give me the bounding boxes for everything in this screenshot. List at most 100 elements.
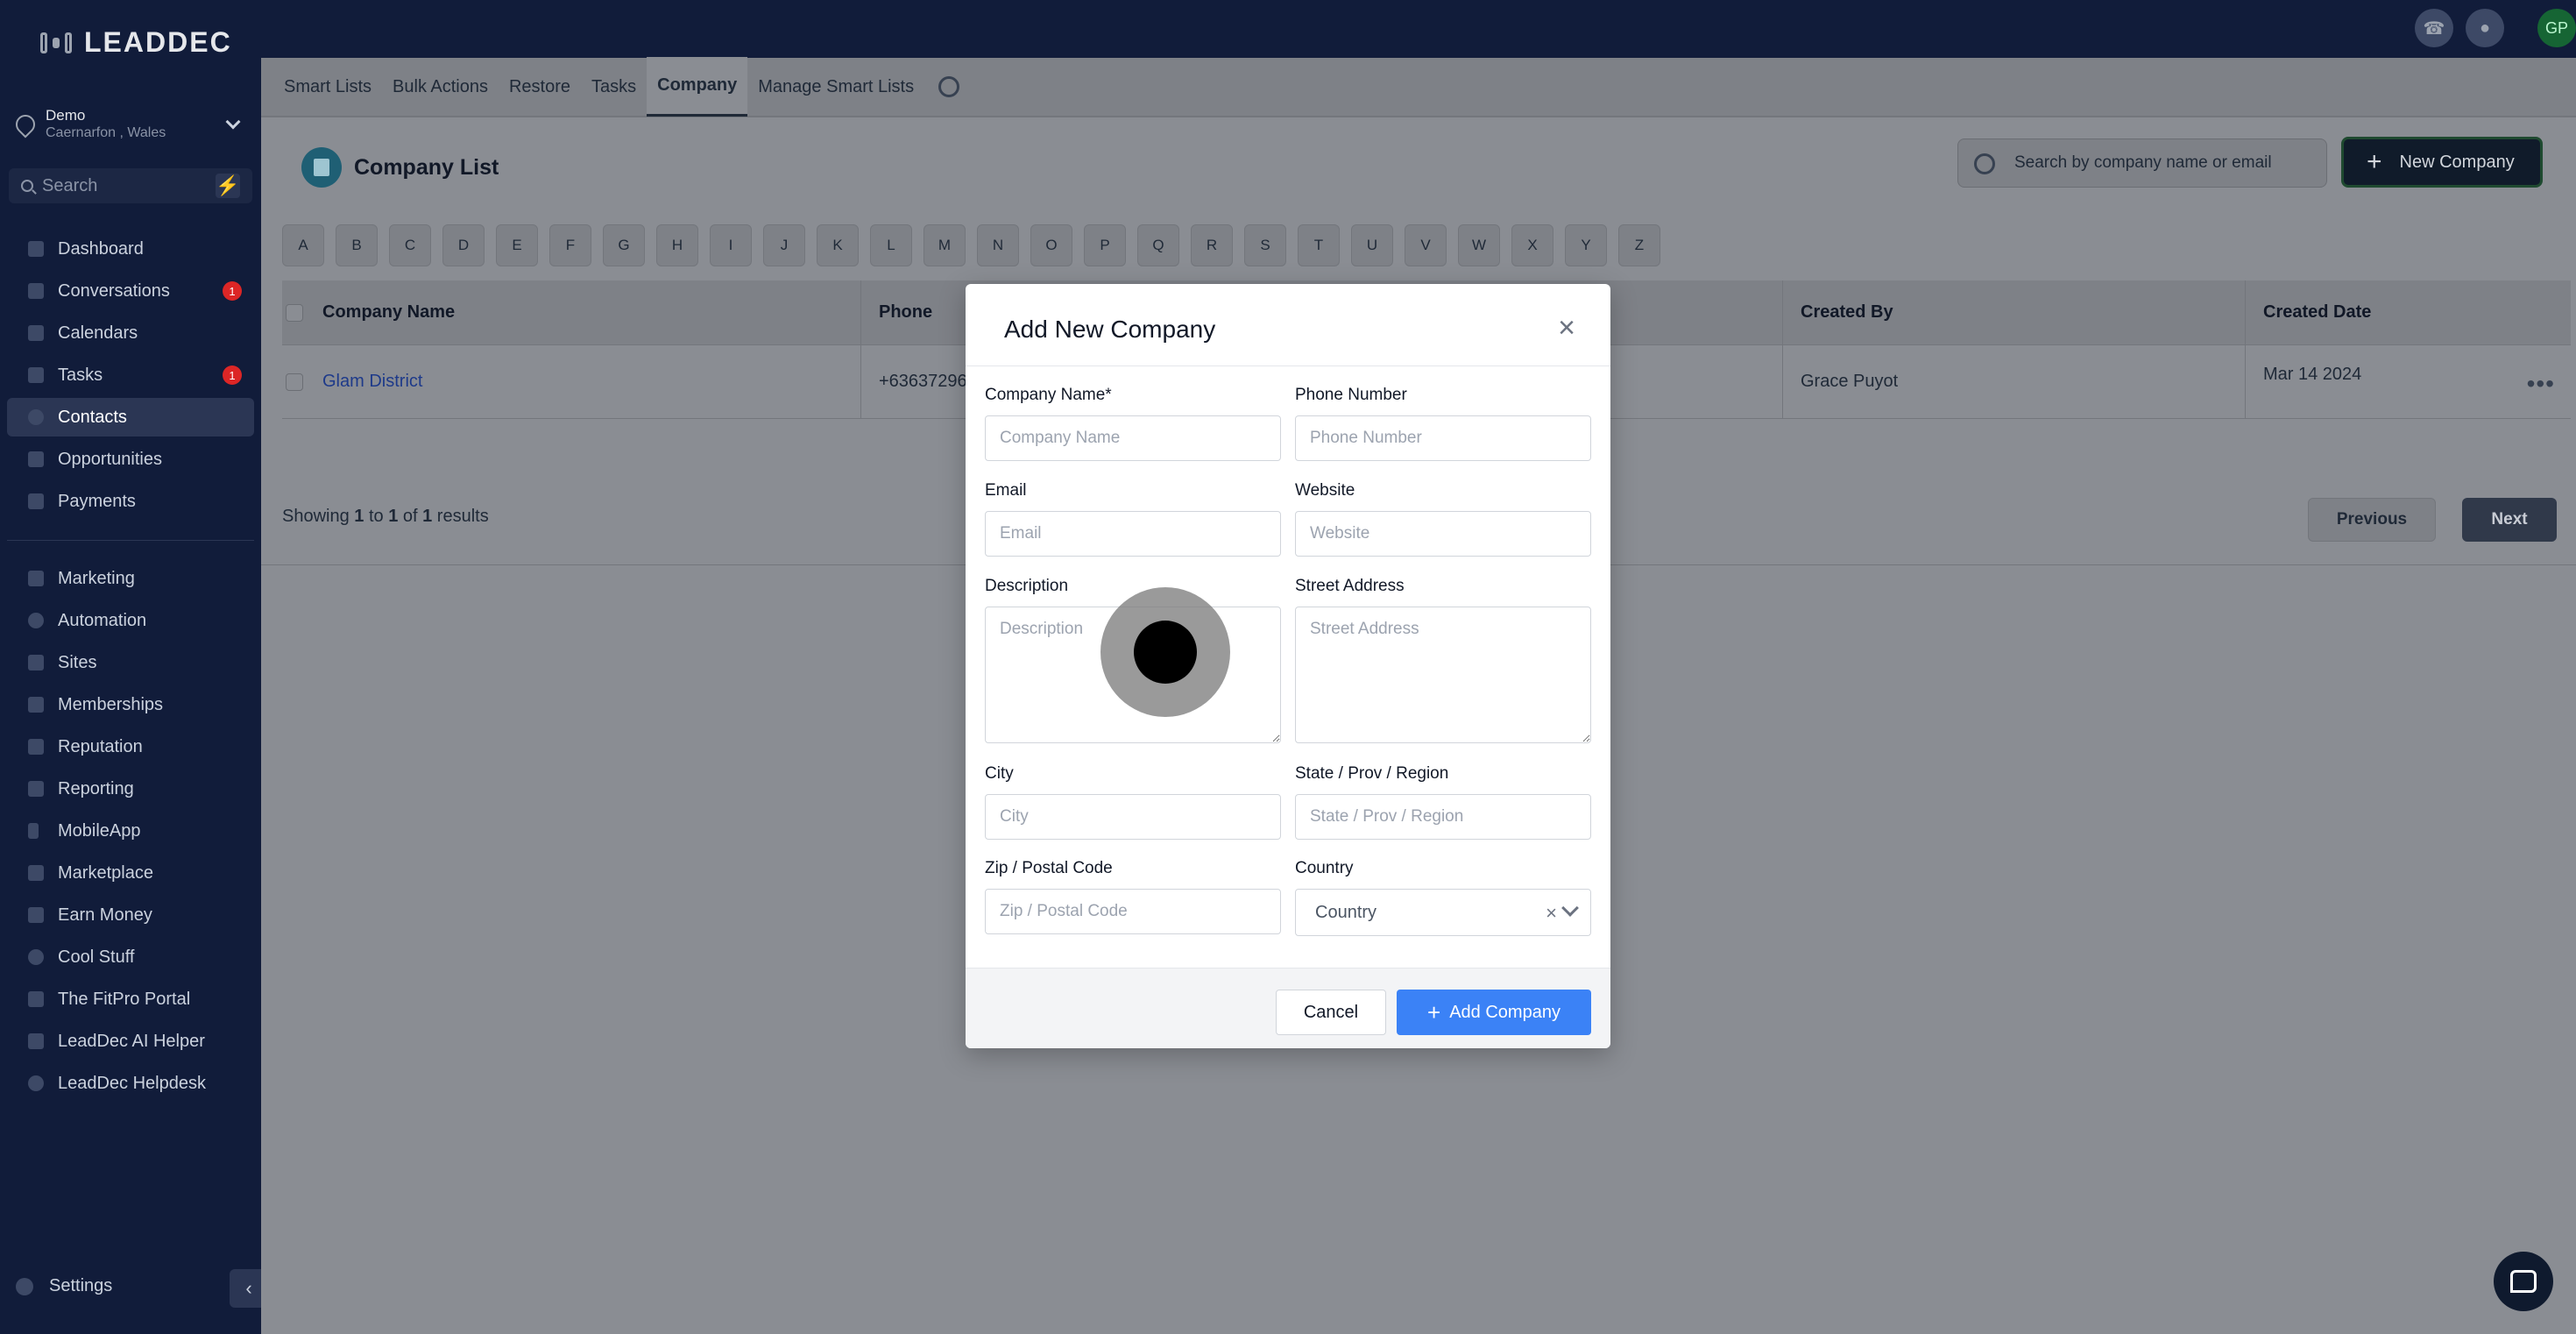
select-all-checkbox[interactable] bbox=[286, 303, 303, 322]
company-search-input[interactable]: Search by company name or email bbox=[1957, 138, 2327, 188]
tab-company[interactable]: Company bbox=[647, 57, 748, 117]
street-address-textarea[interactable] bbox=[1295, 607, 1591, 743]
alpha-filter-m[interactable]: M bbox=[924, 224, 966, 266]
header-created-by[interactable]: Created By bbox=[1801, 302, 1893, 323]
email-input[interactable] bbox=[985, 511, 1281, 557]
sidebar-item-memberships[interactable]: Memberships bbox=[7, 685, 254, 724]
alpha-filter-t[interactable]: T bbox=[1298, 224, 1340, 266]
company-name-link[interactable]: Glam District bbox=[322, 372, 422, 392]
robot-icon bbox=[28, 1033, 44, 1049]
alpha-filter-c[interactable]: C bbox=[389, 224, 431, 266]
sidebar-item-tasks[interactable]: Tasks 1 bbox=[7, 356, 254, 394]
gear-icon[interactable] bbox=[938, 76, 960, 97]
alpha-filter-u[interactable]: U bbox=[1351, 224, 1393, 266]
company-name-label: Company Name* bbox=[985, 386, 1112, 404]
sidebar-item-conversations[interactable]: Conversations 1 bbox=[7, 272, 254, 310]
tab-restore[interactable]: Restore bbox=[499, 57, 581, 117]
sidebar-item-payments[interactable]: Payments bbox=[7, 482, 254, 521]
funnel-icon bbox=[28, 451, 44, 467]
modal-title: Add New Company bbox=[1004, 316, 1216, 343]
alpha-filter-p[interactable]: P bbox=[1084, 224, 1126, 266]
close-icon[interactable]: × bbox=[1553, 313, 1581, 343]
row-checkbox[interactable] bbox=[286, 373, 303, 391]
state-input[interactable] bbox=[1295, 794, 1591, 840]
dumbbell-icon bbox=[40, 32, 72, 53]
alpha-filter-x[interactable]: X bbox=[1511, 224, 1553, 266]
location-switcher[interactable]: Demo Caernarfon , Wales bbox=[11, 103, 245, 145]
avatar[interactable]: GP bbox=[2537, 9, 2576, 47]
alpha-filter-l[interactable]: L bbox=[870, 224, 912, 266]
alpha-filter-i[interactable]: I bbox=[710, 224, 752, 266]
sidebar-search[interactable]: Search ⚡ bbox=[9, 168, 252, 203]
alpha-filter-s[interactable]: S bbox=[1244, 224, 1286, 266]
description-label: Description bbox=[985, 577, 1069, 595]
alpha-filter-o[interactable]: O bbox=[1030, 224, 1072, 266]
sidebar-item-marketplace[interactable]: Marketplace bbox=[7, 854, 254, 892]
sidebar-item-contacts[interactable]: Contacts bbox=[7, 398, 254, 436]
zip-input[interactable] bbox=[985, 889, 1281, 934]
previous-page-button[interactable]: Previous bbox=[2308, 498, 2436, 542]
tab-tasks[interactable]: Tasks bbox=[581, 57, 647, 117]
sidebar-item-sites[interactable]: Sites bbox=[7, 643, 254, 682]
alpha-filter-z[interactable]: Z bbox=[1618, 224, 1660, 266]
flame-icon bbox=[28, 949, 44, 965]
sidebar-item-ai-helper[interactable]: LeadDec AI Helper bbox=[7, 1022, 254, 1061]
lightning-icon[interactable]: ⚡ bbox=[216, 174, 240, 198]
mobile-phone-icon bbox=[28, 823, 39, 839]
sidebar-item-settings[interactable]: Settings bbox=[16, 1276, 112, 1296]
user-icon bbox=[28, 409, 44, 425]
alpha-filter-v[interactable]: V bbox=[1405, 224, 1447, 266]
sidebar-item-mobileapp[interactable]: MobileApp bbox=[7, 812, 254, 850]
alpha-filter-n[interactable]: N bbox=[977, 224, 1019, 266]
nav-divider bbox=[7, 540, 254, 541]
alpha-filter-w[interactable]: W bbox=[1458, 224, 1500, 266]
nav-primary: Dashboard Conversations 1 Calendars Tasks… bbox=[7, 230, 254, 524]
header-phone[interactable]: Phone bbox=[879, 302, 932, 323]
tab-manage-smart-lists[interactable]: Manage Smart Lists bbox=[747, 57, 924, 117]
alpha-filter-d[interactable]: D bbox=[442, 224, 485, 266]
cancel-button[interactable]: Cancel bbox=[1276, 990, 1386, 1035]
alpha-filter-a[interactable]: A bbox=[282, 224, 324, 266]
sidebar-item-calendars[interactable]: Calendars bbox=[7, 314, 254, 352]
clear-icon[interactable]: × bbox=[1546, 902, 1557, 925]
sidebar-item-marketing[interactable]: Marketing bbox=[7, 559, 254, 598]
sidebar-item-earn-money[interactable]: Earn Money bbox=[7, 896, 254, 934]
alpha-filter-f[interactable]: F bbox=[549, 224, 591, 266]
company-name-input[interactable] bbox=[985, 415, 1281, 461]
alpha-filter-k[interactable]: K bbox=[817, 224, 859, 266]
sidebar-item-dashboard[interactable]: Dashboard bbox=[7, 230, 254, 268]
alpha-filter-b[interactable]: B bbox=[336, 224, 378, 266]
alpha-filter-y[interactable]: Y bbox=[1565, 224, 1607, 266]
phone-icon[interactable]: ☎ bbox=[2415, 9, 2453, 47]
add-company-button[interactable]: + Add Company bbox=[1397, 990, 1591, 1035]
alpha-filter-j[interactable]: J bbox=[763, 224, 805, 266]
website-input[interactable] bbox=[1295, 511, 1591, 557]
country-select[interactable]: Country × bbox=[1295, 889, 1591, 936]
new-company-button[interactable]: + New Company bbox=[2341, 137, 2543, 188]
sidebar-item-reputation[interactable]: Reputation bbox=[7, 727, 254, 766]
city-input[interactable] bbox=[985, 794, 1281, 840]
alpha-filter-g[interactable]: G bbox=[603, 224, 645, 266]
sidebar-item-automation[interactable]: Automation bbox=[7, 601, 254, 640]
alpha-filter-r[interactable]: R bbox=[1191, 224, 1233, 266]
alpha-filter-e[interactable]: E bbox=[496, 224, 538, 266]
header-company-name[interactable]: Company Name bbox=[322, 302, 455, 323]
tab-bulk-actions[interactable]: Bulk Actions bbox=[382, 57, 499, 117]
alpha-filter-h[interactable]: H bbox=[656, 224, 698, 266]
brand-logo[interactable]: LEADDEC bbox=[40, 26, 232, 59]
sidebar-item-reporting[interactable]: Reporting bbox=[7, 770, 254, 808]
sidebar-item-fitpro-portal[interactable]: The FitPro Portal bbox=[7, 980, 254, 1018]
sidebar-item-cool-stuff[interactable]: Cool Stuff bbox=[7, 938, 254, 976]
header-created-date[interactable]: Created Date bbox=[2263, 302, 2371, 323]
phone-input[interactable] bbox=[1295, 415, 1591, 461]
sidebar-item-helpdesk[interactable]: LeadDec Helpdesk bbox=[7, 1064, 254, 1103]
chat-widget-button[interactable] bbox=[2494, 1252, 2553, 1311]
more-options-icon[interactable]: ••• bbox=[2527, 370, 2555, 398]
contacts-subnav: Smart Lists Bulk Actions Restore Tasks C… bbox=[261, 57, 2576, 117]
state-label: State / Prov / Region bbox=[1295, 764, 1449, 783]
next-page-button[interactable]: Next bbox=[2462, 498, 2557, 542]
tab-smart-lists[interactable]: Smart Lists bbox=[273, 57, 382, 117]
sidebar-item-opportunities[interactable]: Opportunities bbox=[7, 440, 254, 479]
alpha-filter-q[interactable]: Q bbox=[1137, 224, 1179, 266]
bell-icon[interactable]: ● bbox=[2466, 9, 2504, 47]
